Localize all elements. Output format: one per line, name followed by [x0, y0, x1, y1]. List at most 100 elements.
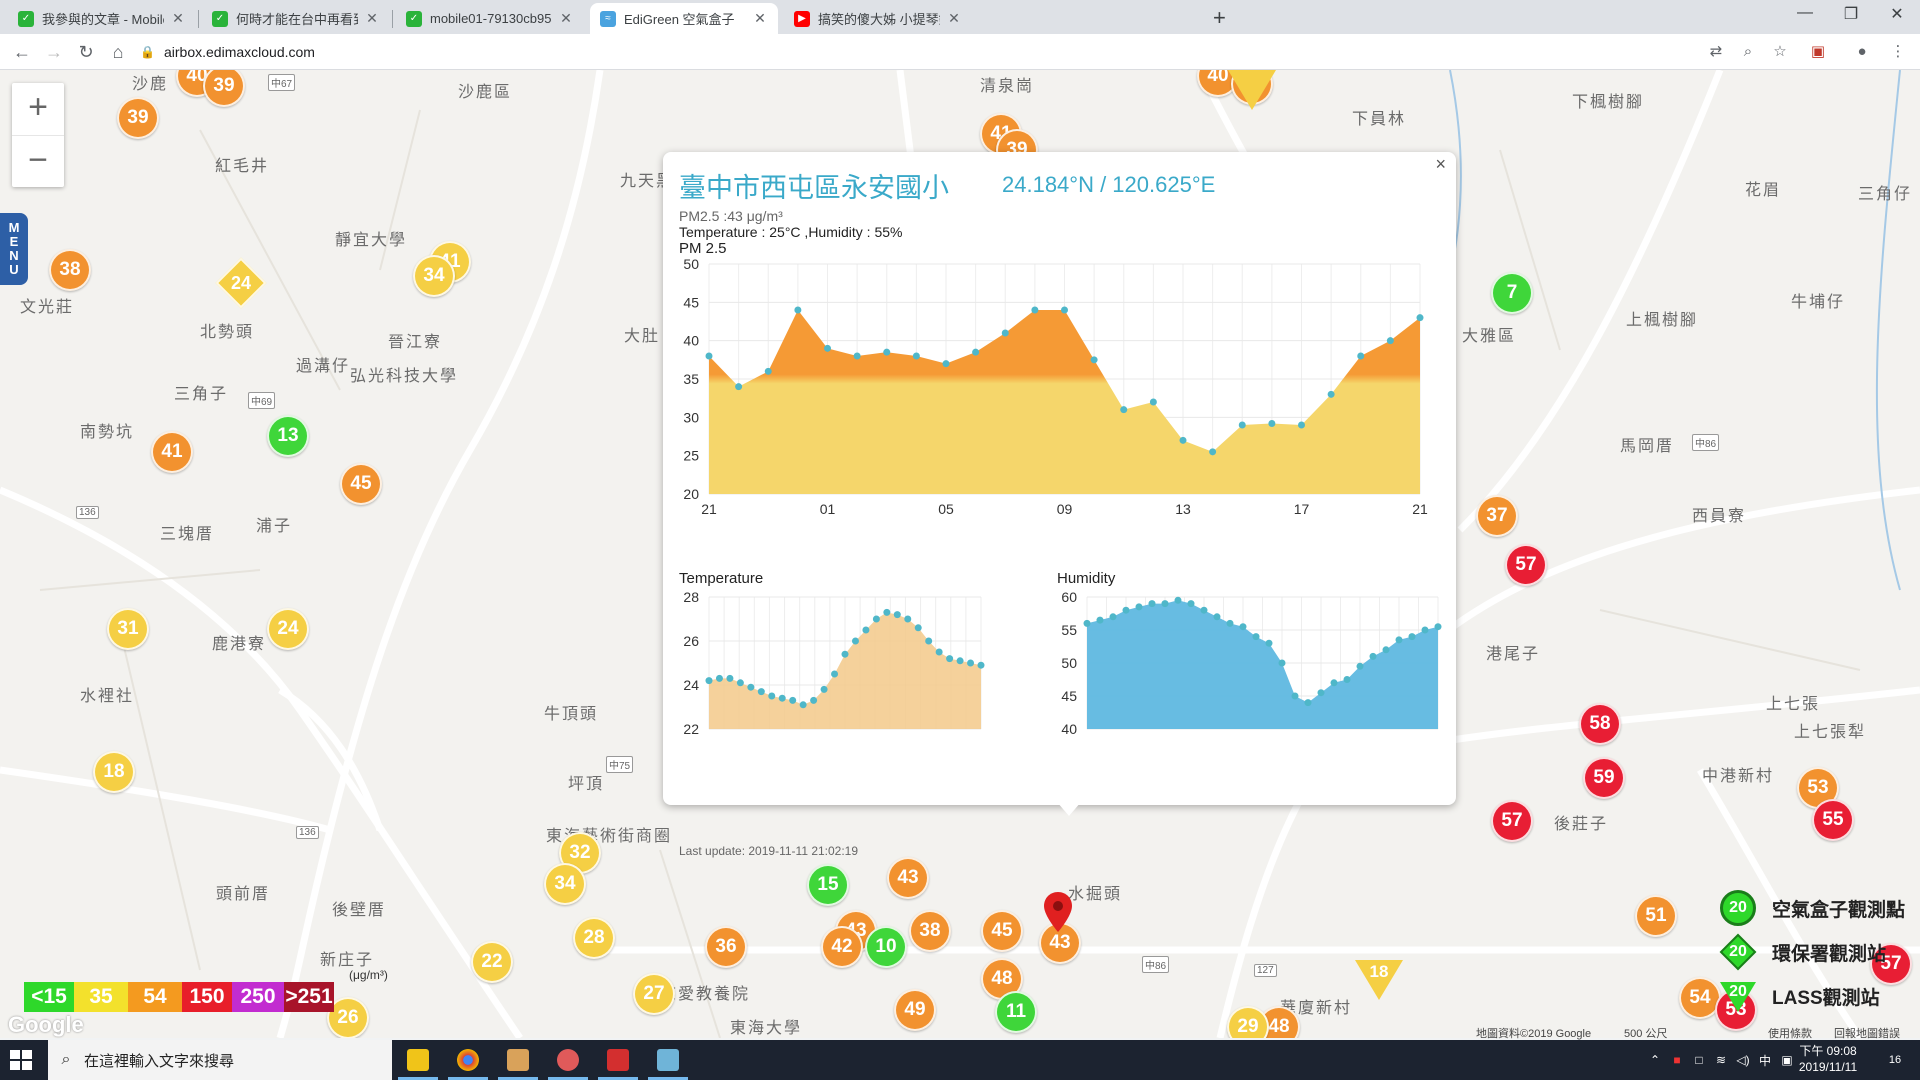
airbox-marker[interactable]: 24 [267, 608, 309, 650]
home-icon[interactable]: ⌂ [106, 40, 130, 64]
windows-start-icon[interactable] [10, 1050, 32, 1070]
close-tab-icon[interactable]: ✕ [752, 10, 768, 27]
address-bar[interactable]: 🔒 airbox.edimaxcloud.com [140, 39, 1640, 65]
airbox-marker[interactable]: 43 [887, 857, 929, 899]
maximize-button[interactable]: ❐ [1828, 4, 1874, 24]
airbox-marker[interactable]: 10 [865, 926, 907, 968]
airbox-marker[interactable]: 58 [1579, 703, 1621, 745]
close-tab-icon[interactable]: ✕ [946, 10, 962, 27]
extension-icon[interactable]: ▣ [1808, 42, 1828, 62]
zoom-in-button[interactable]: + [12, 83, 64, 135]
reload-icon[interactable]: ↻ [74, 40, 98, 64]
airbox-marker[interactable]: 13 [267, 415, 309, 457]
data-point [935, 648, 943, 656]
airbox-marker[interactable]: 15 [807, 864, 849, 906]
airbox-marker[interactable]: 34 [413, 255, 455, 297]
chrome-taskbar-button[interactable] [444, 1040, 492, 1080]
data-point [1408, 633, 1416, 641]
airbox-marker[interactable]: 37 [1476, 495, 1518, 537]
close-button[interactable]: × [1435, 154, 1446, 175]
back-icon[interactable]: ← [10, 40, 34, 64]
airbox-marker[interactable]: 45 [340, 463, 382, 505]
airbox-marker[interactable]: 39 [117, 97, 159, 139]
browser-tab[interactable]: ✓ mobile01-79130cb95ab1808b ✕ [396, 3, 584, 34]
tray-app-icon[interactable]: □ [1688, 1053, 1710, 1067]
airbox-marker[interactable]: 22 [471, 941, 513, 983]
airbox-marker[interactable]: 7 [1491, 272, 1533, 314]
app-taskbar-button[interactable] [644, 1040, 692, 1080]
profile-icon[interactable]: ● [1852, 42, 1872, 62]
taskbar-search[interactable]: ⌕ 在這裡輸入文字來搜尋 [48, 1040, 392, 1080]
airbox-marker[interactable]: 38 [909, 910, 951, 952]
app-icon [657, 1049, 679, 1071]
data-point [799, 701, 807, 709]
close-tab-icon[interactable]: ✕ [170, 10, 186, 27]
airbox-marker[interactable]: 41 [151, 431, 193, 473]
airbox-marker[interactable]: 11 [995, 991, 1037, 1033]
airbox-marker[interactable]: 27 [633, 973, 675, 1015]
report-error-link[interactable]: 回報地圖錯誤 [1834, 1025, 1900, 1041]
zoom-out-button[interactable]: − [12, 135, 64, 187]
terms-link[interactable]: 使用條款 [1768, 1025, 1812, 1041]
tray-chevron-icon[interactable]: ⌃ [1644, 1053, 1666, 1067]
selected-location-pin-icon[interactable] [1044, 892, 1072, 932]
browser-tab[interactable]: ≈ EdiGreen 空氣盒子 ✕ [590, 3, 778, 34]
data-point [1200, 606, 1208, 614]
new-tab-button[interactable]: + [1213, 5, 1226, 31]
place-label: 過溝仔 [296, 358, 351, 375]
close-tab-icon[interactable]: ✕ [364, 10, 380, 27]
taskbar-clock[interactable]: 下午 09:08 2019/11/11 [1788, 1043, 1868, 1075]
tab-separator [198, 10, 199, 28]
place-label: 上七張犁 [1794, 724, 1867, 741]
browser-tab[interactable]: ▶ 搞笑的傻大姊 小提琴鋪港演奏-中 ✕ [784, 3, 972, 34]
data-point [715, 674, 723, 682]
airbox-marker[interactable]: 42 [821, 926, 863, 968]
place-label: 水裡社 [80, 688, 135, 705]
airbox-marker[interactable]: 38 [49, 249, 91, 291]
y-tick-label: 45 [683, 294, 699, 310]
y-tick-label: 30 [683, 409, 699, 425]
airbox-marker[interactable]: 57 [1505, 544, 1547, 586]
ime-indicator[interactable]: 中 [1754, 1052, 1776, 1069]
lass-station-marker[interactable]: 18 [1355, 960, 1403, 1000]
wifi-icon[interactable]: ≋ [1710, 1053, 1732, 1067]
route-shield: 136 [76, 506, 99, 519]
airbox-marker[interactable]: 45 [981, 910, 1023, 952]
volume-icon[interactable]: ◁) [1732, 1053, 1754, 1067]
browser-tab[interactable]: ✓ 何時才能在台中再看到這樣的藍天 ✕ [202, 3, 390, 34]
lass-station-marker-top[interactable] [1228, 70, 1276, 110]
airbox-marker[interactable]: 59 [1583, 757, 1625, 799]
app-taskbar-button[interactable] [494, 1040, 542, 1080]
airbox-marker[interactable]: 18 [93, 751, 135, 793]
menu-kebab-icon[interactable]: ⋮ [1888, 42, 1908, 62]
close-tab-icon[interactable]: ✕ [558, 10, 574, 27]
airbox-marker[interactable]: 31 [107, 608, 149, 650]
place-label: 靜宜大學 [335, 232, 408, 249]
airbox-marker[interactable]: 34 [544, 863, 586, 905]
forward-icon[interactable]: → [42, 40, 66, 64]
file-explorer-taskbar-button[interactable] [394, 1040, 442, 1080]
airbox-marker[interactable]: 55 [1812, 799, 1854, 841]
minimize-button[interactable]: — [1782, 4, 1828, 22]
y-tick-label: 35 [683, 371, 699, 387]
data-point [794, 306, 802, 314]
data-point [824, 344, 831, 352]
bookmark-star-icon[interactable]: ☆ [1770, 42, 1790, 62]
app-taskbar-button[interactable] [594, 1040, 642, 1080]
app-taskbar-button[interactable] [544, 1040, 592, 1080]
airbox-marker[interactable]: 28 [573, 917, 615, 959]
data-point [956, 657, 964, 665]
aqi-legend-swatch: 35 [74, 982, 128, 1012]
airbox-marker[interactable]: 49 [894, 989, 936, 1031]
map-scale[interactable]: 500 公尺 [1624, 1025, 1667, 1041]
translate-icon[interactable]: ⇄ [1706, 42, 1726, 62]
tray-app-icon[interactable]: ■ [1666, 1053, 1688, 1067]
browser-tab[interactable]: ✓ 我參與的文章 - Mobile01 ✕ [8, 3, 196, 34]
close-window-button[interactable]: ✕ [1874, 4, 1920, 24]
notification-icon[interactable]: 16 [1880, 1048, 1910, 1072]
airbox-marker[interactable]: 51 [1635, 895, 1677, 937]
zoom-icon[interactable]: ⌕ [1738, 42, 1758, 62]
airbox-marker[interactable]: 36 [705, 926, 747, 968]
menu-toggle[interactable]: M E N U [0, 213, 28, 285]
airbox-marker[interactable]: 57 [1491, 800, 1533, 842]
